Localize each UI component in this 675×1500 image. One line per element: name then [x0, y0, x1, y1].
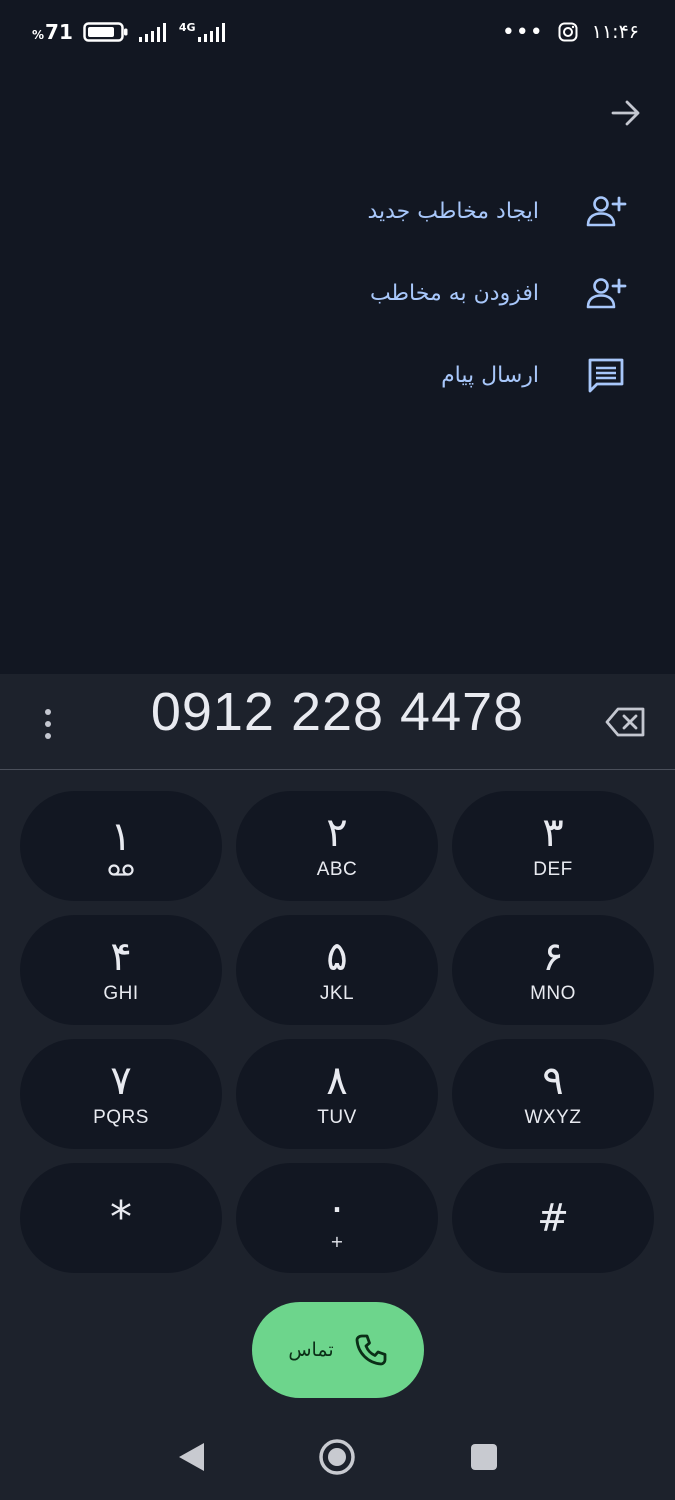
key-5[interactable]: ۵ JKL — [236, 915, 438, 1025]
voicemail-icon — [108, 864, 134, 876]
instagram-icon — [558, 22, 578, 42]
signal-4g-indicator: 4G — [179, 22, 228, 42]
person-add-icon — [585, 190, 627, 232]
backspace-icon[interactable] — [605, 704, 647, 740]
key-digit: ۸ — [326, 1058, 348, 1104]
battery-level: 71 — [45, 20, 73, 44]
arrow-right-icon[interactable] — [609, 96, 643, 130]
action-list: ایجاد مخاطب جدید افزودن به مخاطب ارسال پ… — [0, 170, 675, 416]
overflow-indicator: ••• — [501, 19, 544, 45]
signal-icon — [138, 23, 166, 42]
send-message-action[interactable]: ارسال پیام — [0, 334, 675, 416]
key-digit: ۴ — [110, 934, 132, 980]
key-letters: MNO — [530, 983, 576, 1004]
create-new-contact-action[interactable]: ایجاد مخاطب جدید — [0, 170, 675, 252]
network-type: 4G — [178, 21, 196, 34]
key-6[interactable]: ۶ MNO — [452, 915, 654, 1025]
call-button[interactable]: تماس — [252, 1302, 424, 1398]
action-label: ایجاد مخاطب جدید — [367, 198, 539, 224]
signal-icon-2 — [197, 23, 225, 42]
key-digit: # — [537, 1196, 569, 1240]
action-label: افزودن به مخاطب — [369, 280, 539, 306]
dialed-number[interactable]: 0912 228 4478 — [151, 681, 524, 743]
call-label: تماس — [288, 1339, 334, 1361]
battery-icon — [83, 22, 128, 42]
status-left: % 71 4G — [32, 20, 228, 44]
navigation-bar — [0, 1414, 675, 1500]
key-digit: ۹ — [542, 1058, 564, 1104]
key-letters: JKL — [319, 983, 355, 1004]
divider — [0, 769, 675, 770]
key-digit: ۰ — [326, 1184, 348, 1231]
message-icon — [585, 354, 627, 396]
key-letters: TUV — [317, 1107, 357, 1128]
status-bar: % 71 4G ••• ۱۱:۴۶ — [0, 0, 675, 64]
key-0[interactable]: ۰ + — [236, 1163, 438, 1273]
key-hash[interactable]: # — [452, 1163, 654, 1273]
key-3[interactable]: ۳ DEF — [452, 791, 654, 901]
key-digit: ۱ — [110, 814, 132, 860]
key-4[interactable]: ۴ GHI — [20, 915, 222, 1025]
key-letters: PQRS — [93, 1107, 149, 1128]
battery-percentage: % 71 — [32, 20, 73, 44]
key-9[interactable]: ۹ WXYZ — [452, 1039, 654, 1149]
key-digit: ۷ — [110, 1058, 132, 1104]
nav-home-icon[interactable] — [318, 1438, 356, 1476]
key-digit: ۵ — [326, 934, 348, 980]
key-digit: * — [110, 1192, 132, 1243]
key-letters: GHI — [103, 983, 139, 1004]
dialer-panel: 0912 228 4478 ۱ ۲ ABC ۳ DEF ۴ GHI ۵ JKL … — [0, 674, 675, 1500]
key-letters: + — [330, 1231, 344, 1251]
key-2[interactable]: ۲ ABC — [236, 791, 438, 901]
action-label: ارسال پیام — [441, 362, 539, 388]
key-digit: ۶ — [542, 934, 564, 980]
battery-percent-sign: % — [32, 28, 45, 42]
clock: ۱۱:۴۶ — [591, 21, 639, 43]
more-options-icon[interactable] — [30, 706, 66, 742]
number-row: 0912 228 4478 — [0, 674, 675, 770]
key-7[interactable]: ۷ PQRS — [20, 1039, 222, 1149]
add-to-contact-action[interactable]: افزودن به مخاطب — [0, 252, 675, 334]
nav-back-icon[interactable] — [176, 1440, 206, 1474]
key-letters: WXYZ — [524, 1107, 582, 1128]
phone-icon — [355, 1334, 387, 1366]
key-letters: DEF — [533, 859, 573, 880]
key-digit: ۲ — [326, 810, 348, 856]
key-star[interactable]: * — [20, 1163, 222, 1273]
person-add-icon — [585, 272, 627, 314]
status-right: ••• ۱۱:۴۶ — [502, 20, 639, 45]
key-8[interactable]: ۸ TUV — [236, 1039, 438, 1149]
nav-recents-icon[interactable] — [471, 1444, 497, 1470]
key-digit: ۳ — [542, 810, 564, 856]
key-1[interactable]: ۱ — [20, 791, 222, 901]
key-letters: ABC — [316, 859, 358, 880]
